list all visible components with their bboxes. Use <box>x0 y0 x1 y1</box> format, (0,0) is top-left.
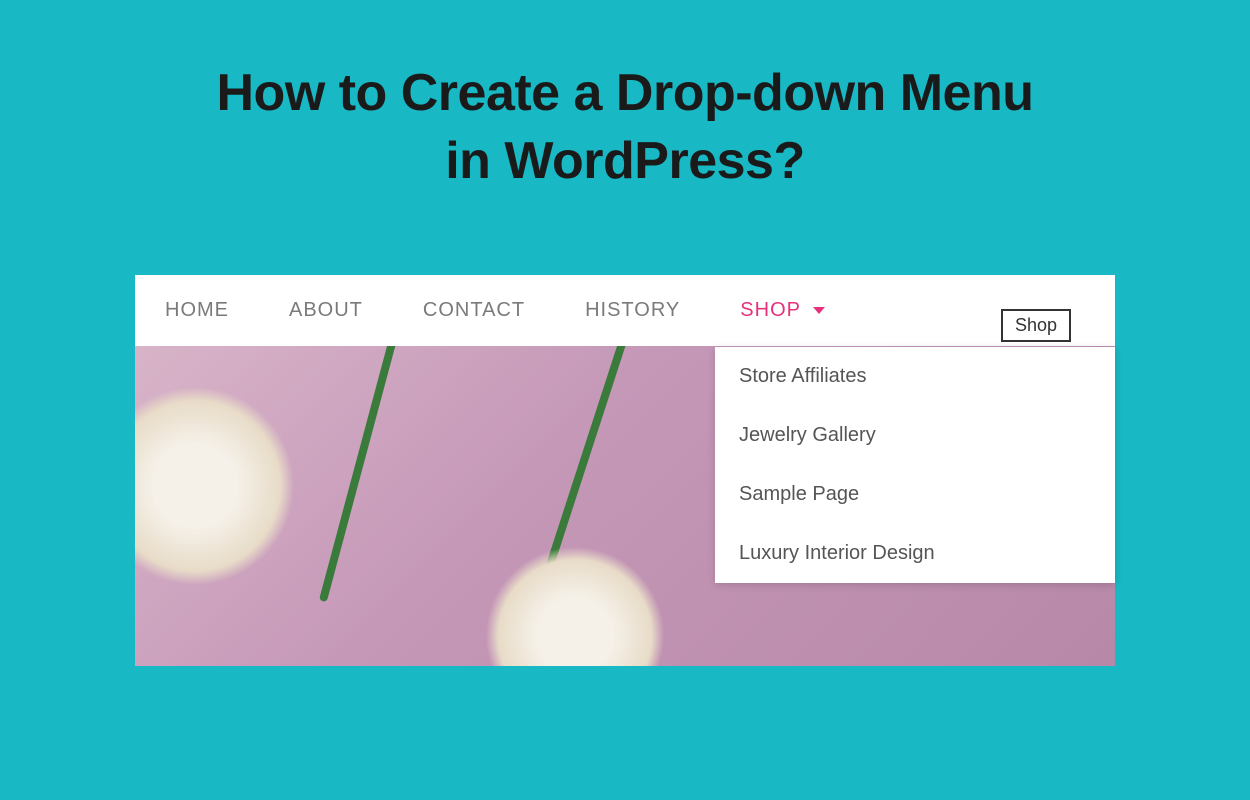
dropdown-item-luxury-interior[interactable]: Luxury Interior Design <box>715 524 1115 583</box>
nav-about[interactable]: ABOUT <box>289 299 363 322</box>
title-line-1: How to Create a Drop-down Menu <box>217 64 1034 122</box>
demo-screenshot: HOME ABOUT CONTACT HISTORY SHOP Shop Sto… <box>135 275 1115 666</box>
page-title: How to Create a Drop-down Menu in WordPr… <box>0 0 1250 195</box>
dropdown-item-jewelry-gallery[interactable]: Jewelry Gallery <box>715 406 1115 465</box>
nav-shop-label: SHOP <box>740 299 800 321</box>
decorative-stem <box>529 346 629 620</box>
navbar: HOME ABOUT CONTACT HISTORY SHOP <box>135 275 1115 346</box>
nav-shop[interactable]: SHOP <box>740 299 825 322</box>
chevron-down-icon <box>813 307 825 314</box>
nav-home[interactable]: HOME <box>165 299 229 322</box>
shop-dropdown: Shop Store Affiliates Jewelry Gallery Sa… <box>715 347 1115 583</box>
dropdown-tooltip: Shop <box>1001 309 1071 342</box>
decorative-stem <box>319 346 399 602</box>
dropdown-item-sample-page[interactable]: Sample Page <box>715 465 1115 524</box>
nav-contact[interactable]: CONTACT <box>423 299 525 322</box>
dropdown-item-store-affiliates[interactable]: Store Affiliates <box>715 347 1115 406</box>
title-line-2: in WordPress? <box>445 132 805 190</box>
nav-history[interactable]: HISTORY <box>585 299 680 322</box>
